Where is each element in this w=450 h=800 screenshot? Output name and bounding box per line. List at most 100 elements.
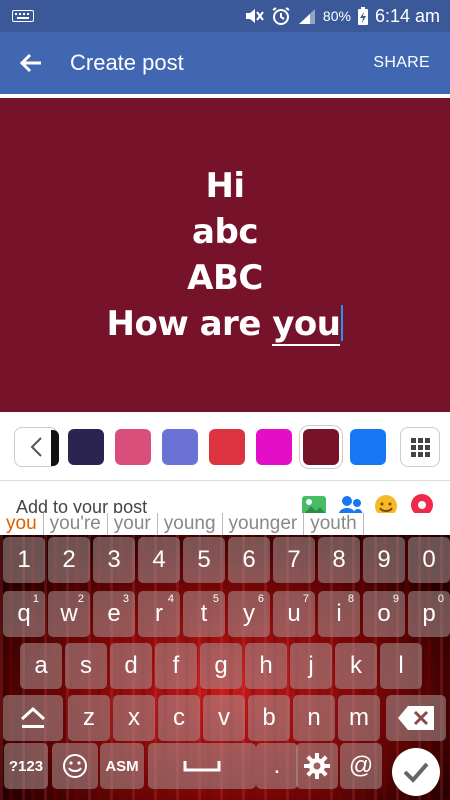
letter-key[interactable]: l	[380, 643, 422, 689]
smiley-icon	[63, 754, 87, 778]
letter-key[interactable]: r4	[138, 591, 180, 637]
suggestion-item[interactable]: younger	[223, 513, 305, 535]
letter-key[interactable]: i8	[318, 591, 360, 637]
letter-key[interactable]: f	[155, 643, 197, 689]
number-key-label: 7	[287, 546, 301, 573]
number-key[interactable]: 4	[138, 537, 180, 583]
enter-key[interactable]	[392, 748, 440, 796]
post-text-editor[interactable]: Hi abc ABC How are you	[0, 98, 450, 412]
number-key[interactable]: 0	[408, 537, 450, 583]
clock: 6:14 am	[374, 5, 440, 26]
more-backgrounds-button[interactable]	[400, 427, 440, 467]
suggestion-item[interactable]: young	[158, 513, 223, 535]
suggestion-item[interactable]: you	[0, 513, 44, 535]
letter-key[interactable]: d	[110, 643, 152, 689]
number-key-label: 3	[107, 546, 121, 573]
space-icon	[183, 761, 221, 772]
letter-key[interactable]: a	[20, 643, 62, 689]
letter-key-label: v	[218, 704, 230, 731]
letter-key[interactable]: v	[203, 695, 245, 741]
suggestion-item[interactable]: you're	[44, 513, 108, 535]
settings-key[interactable]	[296, 743, 338, 789]
color-swatch[interactable]	[350, 429, 386, 465]
letter-key[interactable]: o9	[363, 591, 405, 637]
key-hint: 1	[32, 593, 39, 605]
color-swatch[interactable]	[256, 429, 292, 465]
letter-key[interactable]: x	[113, 695, 155, 741]
color-swatch[interactable]	[303, 429, 339, 465]
color-swatch[interactable]	[68, 429, 104, 465]
letter-key[interactable]: m	[338, 695, 380, 741]
period-key[interactable]: .	[256, 743, 298, 789]
letter-key[interactable]: k	[335, 643, 377, 689]
letter-key-label: g	[214, 652, 228, 679]
language-key[interactable]: ASM	[100, 743, 144, 789]
number-key[interactable]: 2	[48, 537, 90, 583]
key-hint: 4	[167, 593, 174, 605]
letter-key-label: q	[17, 600, 31, 627]
spacebar[interactable]	[148, 743, 256, 789]
letter-key[interactable]: y6	[228, 591, 270, 637]
suggestion-item[interactable]: your	[108, 513, 158, 535]
letter-key[interactable]: h	[245, 643, 287, 689]
letter-key[interactable]: b	[248, 695, 290, 741]
letter-key[interactable]: w2	[48, 591, 90, 637]
number-key[interactable]: 1	[3, 537, 45, 583]
letter-key[interactable]: n	[293, 695, 335, 741]
letter-key-label: m	[349, 704, 369, 731]
letter-key-label: c	[173, 704, 185, 731]
number-key[interactable]: 8	[318, 537, 360, 583]
number-key[interactable]: 3	[93, 537, 135, 583]
number-key[interactable]: 9	[363, 537, 405, 583]
number-key-label: 1	[17, 546, 31, 573]
letter-key-label: s	[80, 652, 92, 679]
color-swatch-partial	[51, 430, 59, 466]
letter-key-label: j	[308, 652, 314, 679]
letter-key-label: l	[398, 652, 404, 679]
text-cursor	[341, 305, 344, 341]
suggestion-item[interactable]: youth	[304, 513, 364, 535]
soft-keyboard: ?123 ASM . @ 1 2 3 4 5 6 7 8 9 0 q 1 w 2…	[0, 535, 450, 800]
key-hint: 8	[347, 593, 354, 605]
emoji-key[interactable]	[52, 743, 98, 789]
letter-key-label: k	[350, 652, 362, 679]
letter-key-label: p	[422, 600, 436, 627]
letter-key[interactable]: g	[200, 643, 242, 689]
number-key-label: 0	[422, 546, 436, 573]
symbols-key[interactable]: ?123	[4, 743, 48, 789]
letter-key[interactable]: q1	[3, 591, 45, 637]
share-button[interactable]: SHARE	[373, 32, 430, 94]
post-line: abc	[192, 212, 258, 252]
backspace-key[interactable]	[386, 695, 446, 741]
number-key[interactable]: 7	[273, 537, 315, 583]
shift-key[interactable]	[3, 695, 63, 741]
color-swatch[interactable]	[115, 429, 151, 465]
letter-key-label: t	[200, 600, 208, 627]
mute-icon	[245, 9, 264, 23]
letter-key[interactable]: u7	[273, 591, 315, 637]
letter-key[interactable]: t5	[183, 591, 225, 637]
letter-key[interactable]: e3	[93, 591, 135, 637]
key-hint: 3	[122, 593, 129, 605]
letter-key[interactable]: c	[158, 695, 200, 741]
letter-key[interactable]: p0	[408, 591, 450, 637]
letter-key-label: n	[307, 704, 321, 731]
color-swatch[interactable]	[162, 429, 198, 465]
letter-key[interactable]: z	[68, 695, 110, 741]
letter-key-label: b	[262, 704, 276, 731]
number-key-label: 4	[152, 546, 166, 573]
keyboard-notification-icon	[12, 10, 34, 22]
chevron-left-icon	[30, 437, 42, 457]
battery-percent: 80%	[322, 8, 351, 24]
letter-key[interactable]: s	[65, 643, 107, 689]
collapse-colors-button[interactable]	[14, 427, 59, 467]
number-key[interactable]: 6	[228, 537, 270, 583]
status-icons: 80% 6:14 am	[243, 0, 440, 32]
number-key[interactable]: 5	[183, 537, 225, 583]
at-key[interactable]: @	[340, 743, 382, 789]
letter-key-label: u	[287, 600, 301, 627]
letter-key[interactable]: j	[290, 643, 332, 689]
letter-key-label: f	[172, 652, 180, 679]
color-swatch[interactable]	[209, 429, 245, 465]
back-button[interactable]	[14, 46, 48, 80]
